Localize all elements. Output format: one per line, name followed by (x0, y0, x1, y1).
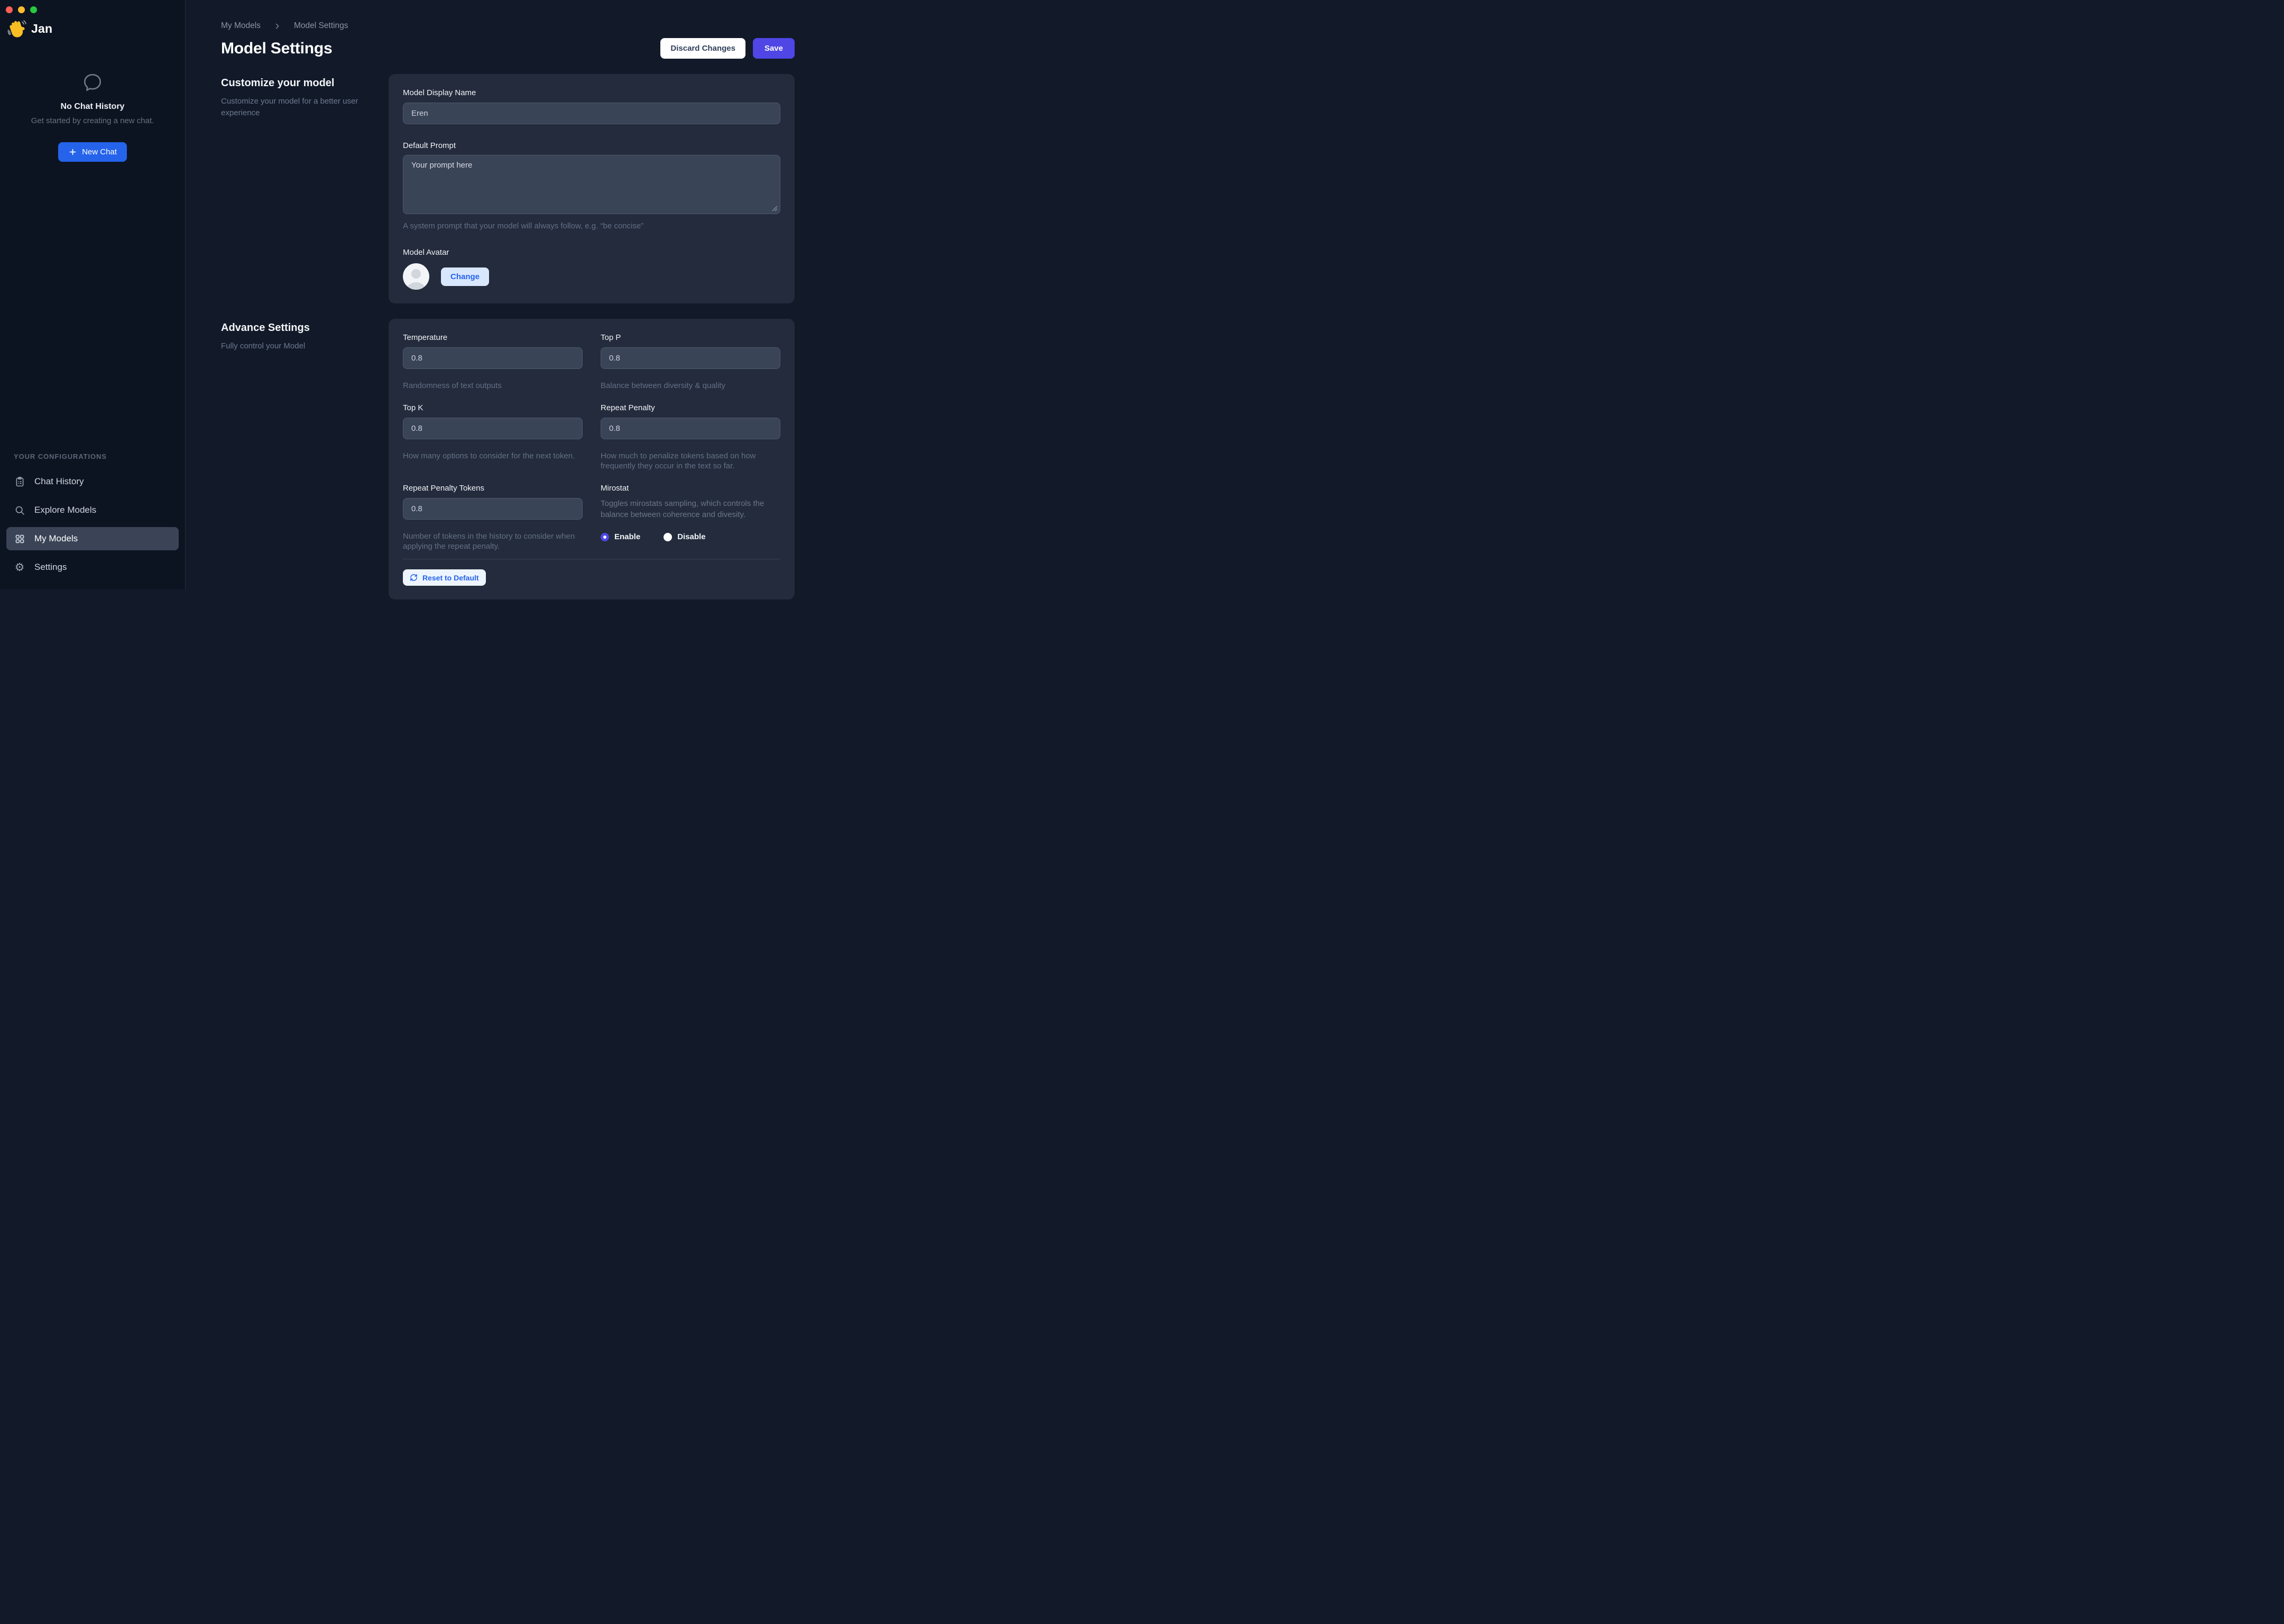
model-avatar-label: Model Avatar (403, 248, 780, 256)
temperature-helper: Randomness of text outputs (403, 381, 583, 391)
temperature-input[interactable] (403, 347, 583, 369)
sidebar-item-my-models[interactable]: My Models (6, 527, 179, 550)
breadcrumb-my-models[interactable]: My Models (221, 21, 261, 31)
reset-to-default-button[interactable]: Reset to Default (403, 569, 486, 586)
top-p-helper: Balance between diversity & quality (601, 381, 780, 391)
sidebar-item-explore-models[interactable]: Explore Models (6, 499, 179, 522)
sidebar-item-label: Explore Models (34, 505, 96, 515)
top-p-label: Top P (601, 334, 780, 342)
gear-icon: ⚙ (14, 561, 25, 573)
sidebar-item-label: Chat History (34, 476, 84, 487)
reset-label: Reset to Default (422, 574, 479, 582)
repeat-penalty-tokens-input[interactable] (403, 498, 583, 520)
sidebar-item-settings[interactable]: ⚙ Settings (6, 556, 179, 579)
waving-hand-icon (7, 19, 26, 39)
mirostat-description: Toggles mirostats sampling, which contro… (601, 498, 780, 520)
minimize-window-button[interactable] (18, 6, 25, 13)
chat-bubble-icon (13, 71, 172, 94)
plus-icon (68, 147, 77, 156)
default-prompt-helper: A system prompt that your model will alw… (403, 221, 780, 231)
maximize-window-button[interactable] (30, 6, 37, 13)
repeat-penalty-label: Repeat Penalty (601, 404, 780, 412)
top-p-field: Top P Balance between diversity & qualit… (601, 334, 780, 391)
breadcrumb-model-settings: Model Settings (294, 21, 348, 31)
radio-selected-icon (601, 533, 609, 541)
discard-changes-button[interactable]: Discard Changes (660, 38, 745, 59)
customize-subtitle: Customize your model for a better user e… (221, 96, 365, 119)
grid-icon (14, 533, 25, 545)
repeat-penalty-tokens-helper: Number of tokens in the history to consi… (403, 531, 583, 551)
new-chat-button[interactable]: New Chat (58, 142, 127, 162)
customize-card: Model Display Name Default Prompt Your p… (389, 74, 795, 303)
top-k-helper: How many options to consider for the nex… (403, 451, 583, 461)
repeat-penalty-tokens-field: Repeat Penalty Tokens Number of tokens i… (403, 484, 583, 551)
app-window: Jan No Chat History Get started by creat… (0, 0, 829, 589)
sidebar-item-label: Settings (34, 562, 67, 573)
window-controls (6, 6, 37, 13)
header-actions: Discard Changes Save (660, 38, 795, 59)
display-name-label: Model Display Name (403, 89, 780, 97)
top-k-label: Top K (403, 404, 583, 412)
main-content: My Models Model Settings Model Settings … (186, 0, 829, 589)
mirostat-enable-radio[interactable]: Enable (601, 532, 640, 541)
default-prompt-textarea[interactable]: Your prompt here (403, 155, 780, 214)
sidebar: Jan No Chat History Get started by creat… (0, 0, 186, 589)
advance-subtitle: Fully control your Model (221, 340, 365, 352)
advance-heading: Advance Settings (221, 322, 365, 334)
change-avatar-button[interactable]: Change (441, 267, 489, 286)
new-chat-label: New Chat (82, 147, 117, 156)
repeat-penalty-field: Repeat Penalty How much to penalize toke… (601, 404, 780, 471)
top-p-input[interactable] (601, 347, 780, 369)
display-name-input[interactable] (403, 103, 780, 124)
chat-empty-state: No Chat History Get started by creating … (0, 71, 185, 162)
radio-unselected-icon (664, 533, 672, 541)
mirostat-disable-radio[interactable]: Disable (664, 532, 705, 541)
customize-heading: Customize your model (221, 77, 365, 89)
advance-settings-card: Temperature Randomness of text outputs T… (389, 319, 795, 599)
sidebar-nav: YOUR CONFIGURATIONS Chat History (0, 453, 185, 589)
app-logo: Jan (7, 19, 185, 39)
close-window-button[interactable] (6, 6, 13, 13)
refresh-icon (410, 574, 418, 582)
temperature-label: Temperature (403, 334, 583, 342)
empty-state-title: No Chat History (13, 102, 172, 112)
mirostat-field: Mirostat Toggles mirostats sampling, whi… (601, 484, 780, 551)
brand-name: Jan (31, 22, 52, 36)
model-avatar-image (403, 263, 429, 290)
clipboard-icon (14, 476, 25, 487)
repeat-penalty-input[interactable] (601, 418, 780, 439)
repeat-penalty-helper: How much to penalize tokens based on how… (601, 451, 780, 471)
default-prompt-label: Default Prompt (403, 142, 780, 150)
top-k-field: Top K How many options to consider for t… (403, 404, 583, 471)
customize-section: Customize your model Customize your mode… (221, 74, 795, 303)
breadcrumb: My Models Model Settings (221, 21, 795, 31)
search-icon (14, 504, 25, 516)
top-k-input[interactable] (403, 418, 583, 439)
sidebar-item-label: My Models (34, 533, 78, 544)
empty-state-subtitle: Get started by creating a new chat. (13, 116, 172, 125)
page-title: Model Settings (221, 40, 333, 58)
repeat-penalty-tokens-label: Repeat Penalty Tokens (403, 484, 583, 492)
advance-settings-section: Advance Settings Fully control your Mode… (221, 319, 795, 599)
mirostat-label: Mirostat (601, 484, 780, 492)
sidebar-item-chat-history[interactable]: Chat History (6, 470, 179, 493)
temperature-field: Temperature Randomness of text outputs (403, 334, 583, 391)
sidebar-section-header: YOUR CONFIGURATIONS (14, 453, 179, 460)
chevron-right-icon (273, 22, 281, 30)
save-button[interactable]: Save (753, 38, 795, 59)
